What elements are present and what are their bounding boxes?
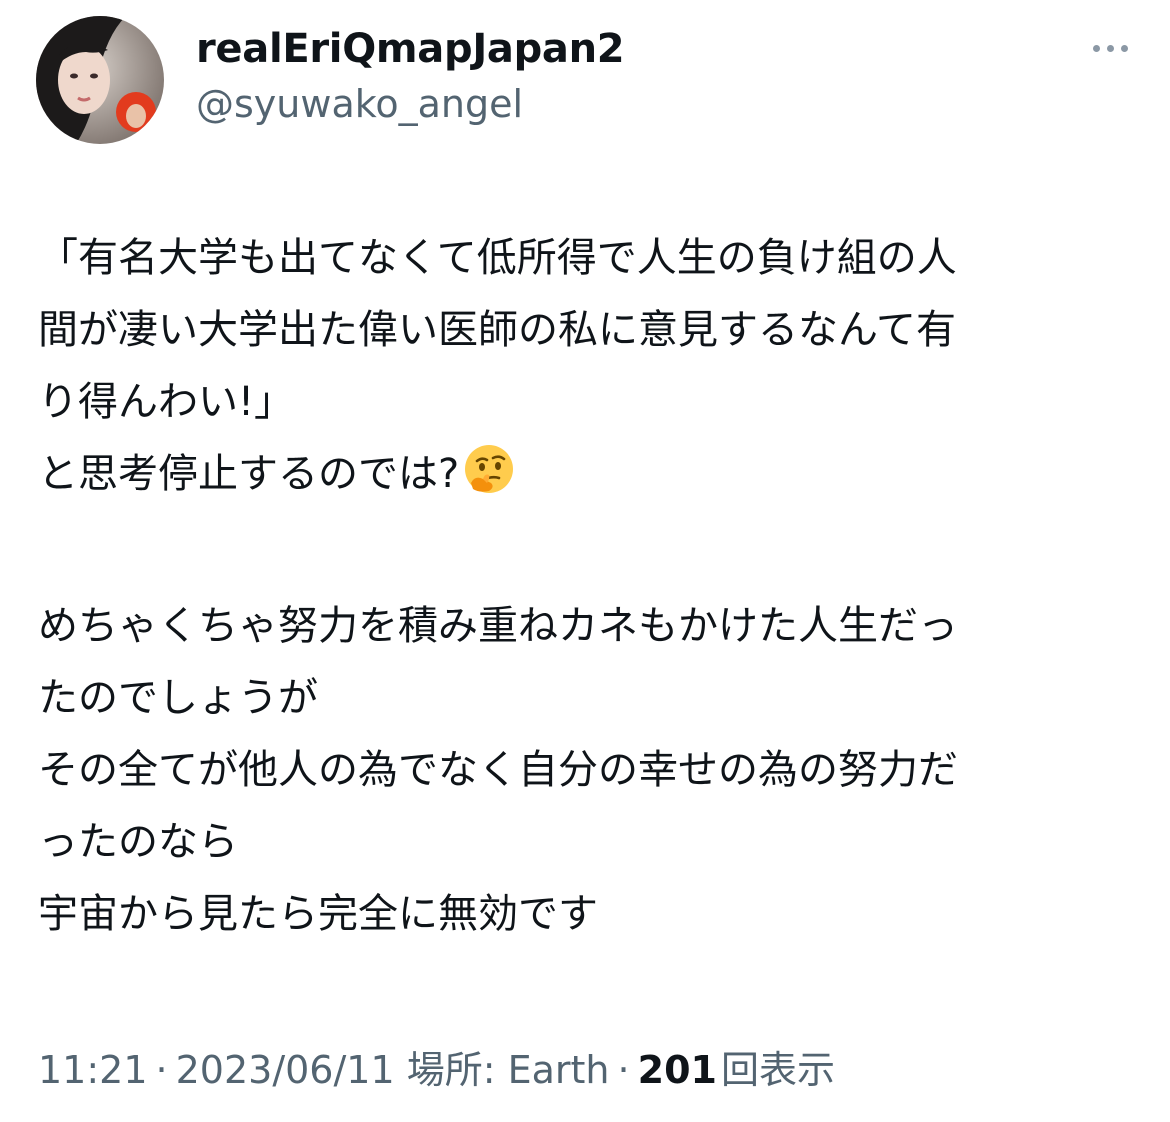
tweet-line: 「有名大学も出てなくて低所得で人生の負け組の人 [38,235,957,281]
tweet-location: 場所: Earth [406,1048,610,1092]
avatar-image [36,16,164,144]
views-count[interactable]: 201 [638,1048,717,1092]
avatar[interactable] [36,16,164,144]
more-dot [1120,44,1128,52]
more-dot [1092,44,1100,52]
tweet-line [38,518,1148,590]
more-dot [1106,44,1114,52]
thinking-face-icon [463,443,515,518]
tweet-meta: 11:21 · 2023/06/11 場所: Earth · 201 回表示 [38,1046,835,1094]
views-label: 回表示 [720,1048,835,1092]
tweet-line: り得んわい!」 [38,379,295,425]
tweet-date[interactable]: 2023/06/11 [176,1048,395,1092]
tweet-line: めちゃくちゃ努力を積み重ねカネもかけた人生だっ [38,603,958,649]
tweet-line: 宇宙から見たら完全に無効です [38,891,598,937]
more-horizontal-icon[interactable] [1080,28,1140,68]
tweet-line: その全てが他人の為でなく自分の幸せの為の努力だ [38,747,958,793]
tweet-time[interactable]: 11:21 [38,1048,148,1092]
author-display-name[interactable]: realEriQmapJapan2 [196,26,625,72]
author-handle[interactable]: @syuwako_angel [196,82,523,126]
tweet-line: 間が凄い大学出た偉い医師の私に意見するなんて有 [38,307,956,353]
tweet-line: と思考停止するのでは? [38,451,460,497]
tweet-text: 「有名大学も出てなくて低所得で人生の負け組の人 間が凄い大学出た偉い医師の私に意… [38,222,1148,950]
meta-separator: · [617,1048,630,1092]
tweet-line: たのでしょうが [38,675,318,721]
meta-separator: · [155,1048,168,1092]
tweet-line: ったのなら [38,819,238,865]
tweet-line-with-emoji: と思考停止するのでは? [38,438,1148,518]
